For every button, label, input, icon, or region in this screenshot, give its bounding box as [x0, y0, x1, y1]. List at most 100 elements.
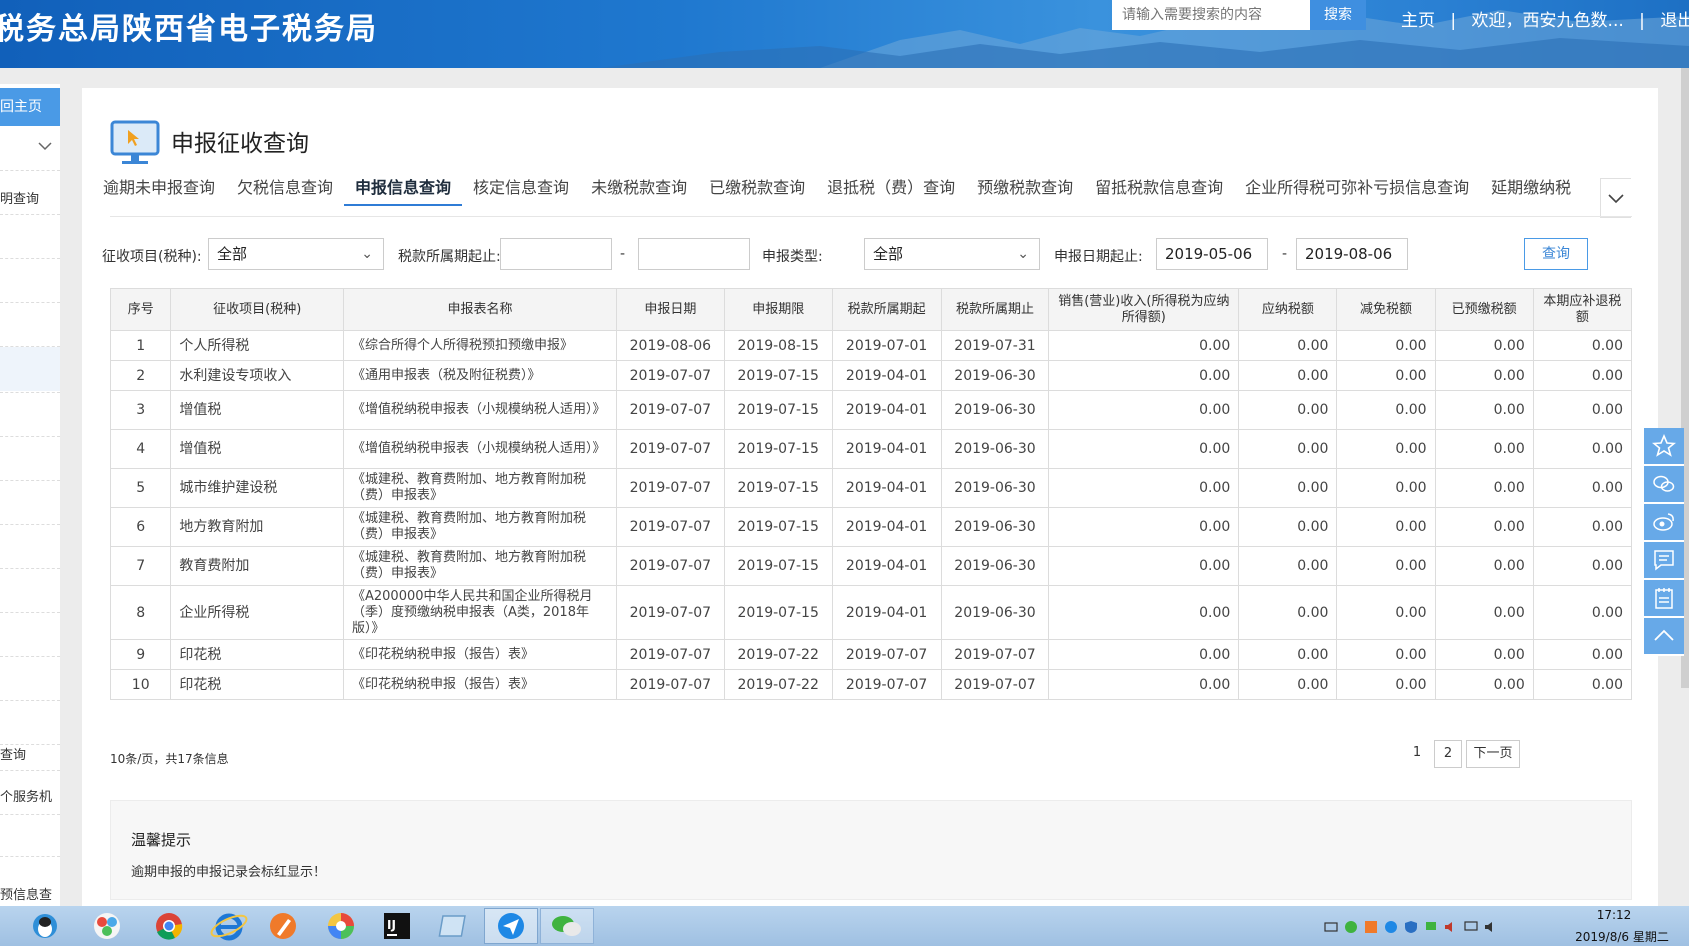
query-button[interactable]: 查询	[1524, 238, 1588, 270]
logout-link[interactable]: 退出	[1660, 11, 1689, 31]
declaration-date-end-input[interactable]: 2019-08-06	[1296, 238, 1408, 270]
clock-date[interactable]: 2019/8/6 星期二	[1562, 928, 1682, 945]
table-cell: 2019-07-07	[615, 360, 725, 391]
table-cell: 0.00	[1434, 468, 1534, 508]
network-icon[interactable]	[1424, 920, 1438, 934]
tab-unpaid-tax[interactable]: 未缴税款查询	[580, 174, 698, 206]
sidebar-home-button[interactable]: 回主页	[0, 88, 60, 126]
notes-button[interactable]	[1644, 580, 1684, 618]
sidebar-item-active[interactable]	[0, 347, 60, 391]
back-to-top-button[interactable]	[1644, 618, 1684, 656]
column-header: 申报表名称	[343, 288, 617, 331]
chrome-icon[interactable]	[144, 910, 194, 942]
search-button[interactable]: 搜索	[1310, 0, 1366, 30]
table-row[interactable]: 5 城市维护建设税 《城建税、教育费附加、地方教育附加税（费）申报表》 2019-07…	[109, 468, 1633, 508]
tab-more-button[interactable]	[1600, 178, 1631, 218]
declaration-date-start-input[interactable]: 2019-05-06	[1156, 238, 1268, 270]
tax-period-start-input[interactable]	[500, 238, 612, 270]
table-cell: 0.00	[1532, 639, 1633, 670]
table-cell: 印花税	[170, 639, 344, 670]
table-cell: 0.00	[1048, 669, 1240, 700]
table-cell: 0.00	[1434, 390, 1534, 430]
message-button[interactable]	[1644, 542, 1684, 580]
app-flower-icon[interactable]	[82, 910, 132, 942]
tab-tax-refund[interactable]: 退抵税（费）查询	[816, 174, 966, 206]
page-2-button[interactable]: 2	[1434, 740, 1462, 768]
tab-paid-tax[interactable]: 已缴税款查询	[698, 174, 816, 206]
table-cell: 0.00	[1336, 585, 1436, 640]
table-cell: 6	[109, 507, 172, 547]
tax-period-end-input[interactable]	[638, 238, 750, 270]
wechat-tray-icon[interactable]	[1344, 920, 1358, 934]
next-page-button[interactable]: 下一页	[1466, 740, 1520, 768]
active-task-highlight[interactable]	[484, 908, 538, 944]
sidebar-item[interactable]: 明查询	[0, 188, 39, 207]
table-row[interactable]: 6 地方教育附加 《城建税、教育费附加、地方教育附加税（费）申报表》 2019-07-…	[109, 507, 1633, 547]
sidebar-divider	[0, 770, 60, 771]
sidebar-item[interactable]: 预信息查	[0, 884, 52, 903]
favorite-button[interactable]	[1644, 428, 1684, 466]
app-tray-icon[interactable]	[1364, 920, 1378, 934]
table-cell: 0.00	[1532, 360, 1633, 391]
table-cell: 0.00	[1238, 429, 1338, 469]
paper-plane-icon	[498, 913, 524, 939]
keyboard-icon[interactable]	[1324, 920, 1338, 934]
qq-icon[interactable]	[20, 910, 70, 942]
table-cell: 2019-04-01	[831, 429, 942, 469]
tab-overdue-unfiled[interactable]: 逾期未申报查询	[92, 174, 226, 206]
tab-tax-arrears[interactable]: 欠税信息查询	[226, 174, 344, 206]
chevron-down-icon[interactable]	[38, 140, 52, 155]
sidebar-divider	[0, 856, 60, 857]
table-row[interactable]: 8 企业所得税 《A200000中华人民共和国企业所得税月（季）度预缴纳税申报表（A…	[109, 585, 1633, 640]
table-cell: 0.00	[1048, 507, 1240, 547]
sidebar-item[interactable]: 个服务机	[0, 786, 52, 805]
table-cell: 0.00	[1434, 546, 1534, 586]
table-row[interactable]: 1 个人所得税 《综合所得个人所得税预扣预缴申报》 2019-08-06 2019-08…	[109, 330, 1633, 361]
pen-app-icon[interactable]	[258, 910, 308, 942]
declaration-type-label: 申报类型:	[762, 249, 823, 265]
tab-assessment-info[interactable]: 核定信息查询	[462, 174, 580, 206]
table-cell: 2019-04-01	[831, 360, 942, 391]
tab-deferred-payment[interactable]: 延期缴纳税	[1480, 174, 1582, 206]
home-link[interactable]: 主页	[1401, 11, 1435, 31]
declaration-type-select[interactable]: 全部 ⌄	[864, 238, 1040, 270]
tax-item-select[interactable]: 全部 ⌄	[208, 238, 384, 270]
display-icon[interactable]	[1464, 920, 1478, 934]
search-input[interactable]	[1112, 0, 1310, 30]
tab-loss-carryforward[interactable]: 企业所得税可弥补亏损信息查询	[1234, 174, 1480, 206]
shield-icon[interactable]	[1404, 920, 1418, 934]
speaker-icon[interactable]	[1484, 920, 1498, 934]
weibo-button[interactable]	[1644, 504, 1684, 542]
table-cell: 2019-07-07	[615, 546, 725, 586]
wechat-task[interactable]	[540, 908, 594, 944]
range-dash: -	[1282, 246, 1288, 262]
table-row[interactable]: 9 印花税 《印花税纳税申报（报告）表》 2019-07-07 2019-07-22 20…	[109, 639, 1633, 670]
color-wheel-icon[interactable]	[316, 910, 366, 942]
table-row[interactable]: 2 水利建设专项收入 《通用申报表（税及附征税费）》 2019-07-07 2019-0…	[109, 360, 1633, 391]
page-1-button[interactable]: 1	[1402, 740, 1432, 768]
table-row[interactable]: 7 教育费附加 《城建税、教育费附加、地方教育附加税（费）申报表》 2019-07-0…	[109, 546, 1633, 586]
table-cell: 0.00	[1336, 507, 1436, 547]
table-row[interactable]: 3 增值税 《增值税纳税申报表（小规模纳税人适用）》 2019-07-07 2019-0…	[109, 390, 1633, 430]
table-cell: 0.00	[1238, 669, 1338, 700]
ie-browser-icon[interactable]	[204, 910, 254, 942]
wechat-button[interactable]	[1644, 466, 1684, 504]
table-cell: 《城建税、教育费附加、地方教育附加税（费）申报表》	[343, 546, 617, 586]
sidebar-item[interactable]: 查询	[0, 744, 26, 763]
table-row[interactable]: 4 增值税 《增值税纳税申报表（小规模纳税人适用）》 2019-07-07 2019-0…	[109, 429, 1633, 469]
table-cell: 0.00	[1532, 669, 1633, 700]
table-cell: 增值税	[170, 429, 344, 469]
table-cell: 0.00	[1336, 468, 1436, 508]
table-cell: 1	[109, 330, 172, 361]
tab-declaration-info[interactable]: 申报信息查询	[344, 174, 463, 206]
table-row[interactable]: 10 印花税 《印花税纳税申报（报告）表》 2019-07-07 2019-07-22 2…	[109, 669, 1633, 700]
shield-tray-icon[interactable]	[1384, 920, 1398, 934]
clock-time[interactable]: 17:12	[1574, 908, 1654, 922]
window-app-icon[interactable]	[430, 910, 480, 942]
welcome-user-link[interactable]: 欢迎，西安九色数...	[1472, 11, 1624, 31]
tab-prepaid-tax[interactable]: 预缴税款查询	[966, 174, 1084, 206]
sidebar-divider	[0, 436, 60, 437]
intellij-icon[interactable]: IJ	[372, 910, 422, 942]
volume-mute-icon[interactable]	[1444, 920, 1458, 934]
tab-retained-credit[interactable]: 留抵税款信息查询	[1084, 174, 1234, 206]
